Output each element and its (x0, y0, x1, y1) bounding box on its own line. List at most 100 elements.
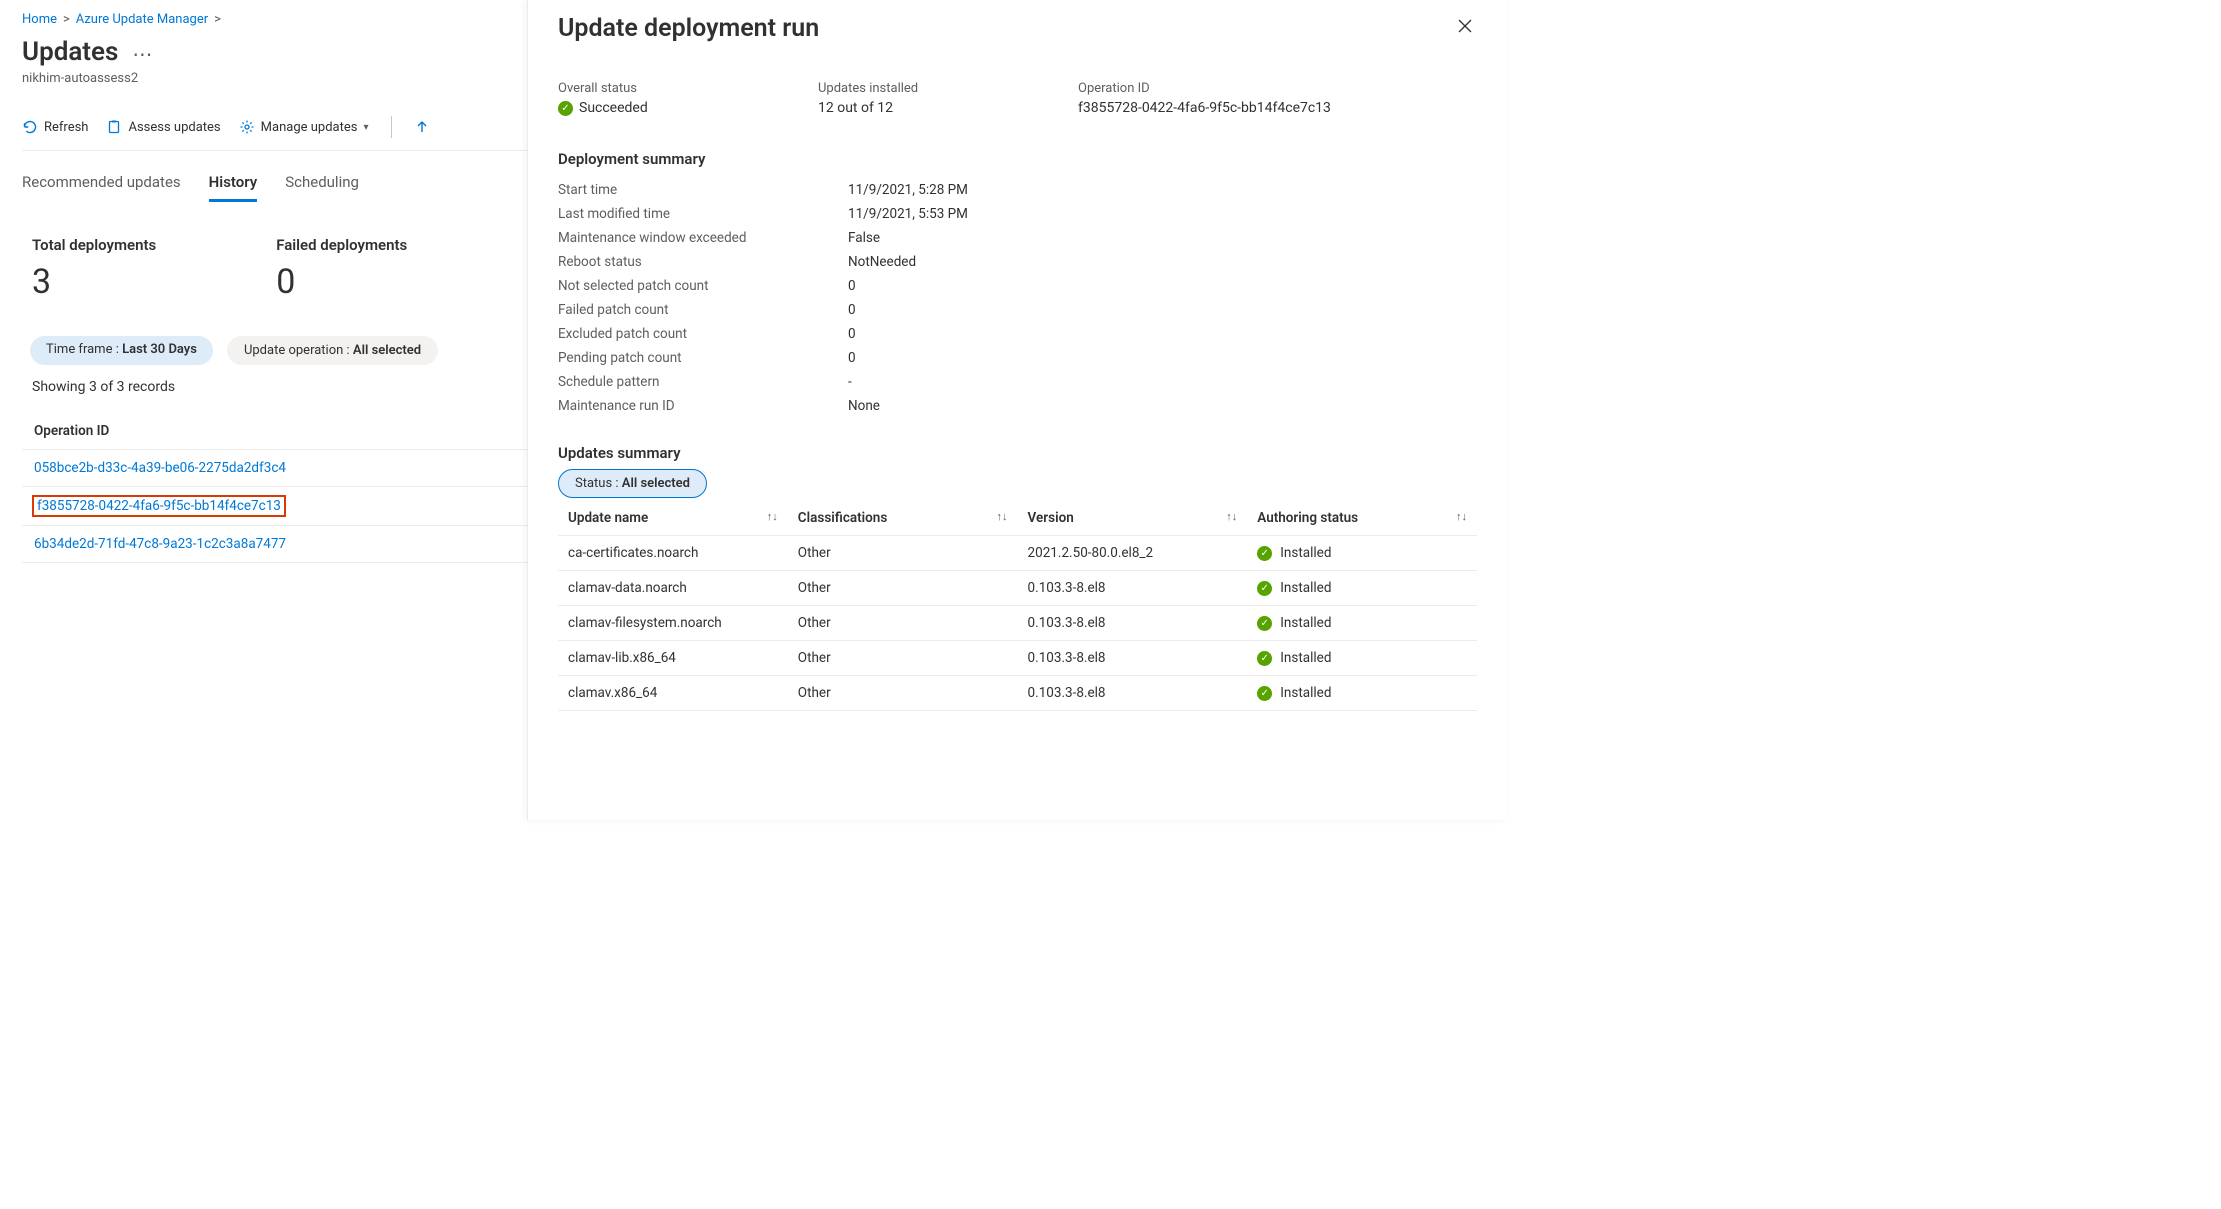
gear-icon (239, 119, 255, 135)
breadcrumb-separator: > (214, 12, 221, 27)
summary-row: Reboot statusNotNeeded (558, 254, 1477, 270)
assess-button[interactable]: Assess updates (106, 119, 220, 135)
filter-time-frame-value: Last 30 Days (122, 342, 197, 357)
summary-value: - (848, 374, 852, 390)
operation-id-link[interactable]: 6b34de2d-71fd-47c8-9a23-1c2c3a8a7477 (34, 536, 286, 552)
update-name-cell: clamav-lib.x86_64 (558, 641, 788, 676)
updates-table: Update name↑↓ Classifications↑↓ Version↑… (558, 501, 1477, 711)
summary-key: Pending patch count (558, 350, 848, 366)
success-icon: ✓ (1257, 581, 1272, 596)
col-header-authoring-status[interactable]: Authoring status ↑↓ (1247, 501, 1477, 536)
table-row[interactable]: ca-certificates.noarchOther2021.2.50-80.… (558, 536, 1477, 571)
updates-status-filter[interactable]: Status : All selected (558, 469, 707, 498)
tab-recommended[interactable]: Recommended updates (22, 173, 181, 202)
version-cell: 0.103.3-8.el8 (1018, 676, 1248, 711)
table-row[interactable]: clamav-lib.x86_64Other0.103.3-8.el8✓Inst… (558, 641, 1477, 676)
summary-value: 11/9/2021, 5:28 PM (848, 182, 968, 198)
table-row[interactable]: clamav-filesystem.noarchOther0.103.3-8.e… (558, 606, 1477, 641)
sort-icon: ↑↓ (1456, 510, 1467, 523)
success-icon: ✓ (1257, 546, 1272, 561)
summary-row: Start time11/9/2021, 5:28 PM (558, 182, 1477, 198)
upload-button[interactable] (414, 119, 430, 135)
summary-row: Excluded patch count0 (558, 326, 1477, 342)
summary-key: Start time (558, 182, 848, 198)
stat-failed-value: 0 (276, 262, 407, 302)
summary-key: Schedule pattern (558, 374, 848, 390)
success-icon: ✓ (1257, 686, 1272, 701)
operation-id-link[interactable]: 058bce2b-d33c-4a39-be06-2275da2df3c4 (34, 460, 286, 476)
deployment-summary-title: Deployment summary (558, 150, 1477, 168)
refresh-button[interactable]: Refresh (22, 119, 88, 135)
operation-id-block: Operation ID f3855728-0422-4fa6-9f5c-bb1… (1078, 81, 1398, 116)
classification-cell: Other (788, 676, 1018, 711)
page-title: Updates (22, 37, 118, 67)
summary-key: Excluded patch count (558, 326, 848, 342)
updates-installed-label: Updates installed (818, 81, 1018, 96)
updates-summary-title: Updates summary (558, 444, 1477, 462)
operation-id-value: f3855728-0422-4fa6-9f5c-bb14f4ce7c13 (1078, 100, 1398, 116)
operation-id-label: Operation ID (1078, 81, 1398, 96)
summary-row: Failed patch count0 (558, 302, 1477, 318)
refresh-icon (22, 119, 38, 135)
sort-icon: ↑↓ (767, 510, 778, 523)
col-header-authoring-status-text: Authoring status (1257, 510, 1358, 526)
table-row[interactable]: clamav-data.noarchOther0.103.3-8.el8✓Ins… (558, 571, 1477, 606)
breadcrumb-aum[interactable]: Azure Update Manager (76, 12, 208, 27)
detail-blade: Update deployment run Overall status ✓ S… (527, 0, 1507, 820)
close-icon (1457, 18, 1473, 34)
manage-button[interactable]: Manage updates ▾ (239, 119, 369, 135)
col-header-classifications-text: Classifications (798, 510, 888, 526)
more-menu-icon[interactable]: ⋯ (132, 38, 152, 66)
summary-value: 0 (848, 302, 856, 318)
breadcrumb-separator: > (63, 12, 70, 27)
filter-time-frame-prefix: Time frame : (46, 342, 122, 357)
update-name-cell: ca-certificates.noarch (558, 536, 788, 571)
sort-icon: ↑↓ (1226, 510, 1237, 523)
version-cell: 0.103.3-8.el8 (1018, 571, 1248, 606)
summary-row: Maintenance window exceededFalse (558, 230, 1477, 246)
refresh-label: Refresh (44, 120, 88, 135)
table-row[interactable]: clamav.x86_64Other0.103.3-8.el8✓Installe… (558, 676, 1477, 711)
col-header-version-text: Version (1028, 510, 1074, 526)
classification-cell: Other (788, 606, 1018, 641)
overall-status-label: Overall status (558, 81, 758, 96)
summary-key: Failed patch count (558, 302, 848, 318)
col-header-opid-text: Operation ID (34, 423, 109, 439)
authoring-status-text: Installed (1280, 580, 1331, 596)
arrow-up-icon (414, 119, 430, 135)
breadcrumb-home[interactable]: Home (22, 12, 57, 27)
filter-update-op-value: All selected (353, 343, 421, 358)
close-button[interactable] (1453, 14, 1477, 38)
success-icon: ✓ (558, 101, 573, 116)
chevron-down-icon: ▾ (363, 122, 368, 133)
summary-value: 11/9/2021, 5:53 PM (848, 206, 968, 222)
summary-row: Schedule pattern- (558, 374, 1477, 390)
summary-value: False (848, 230, 880, 246)
assess-label: Assess updates (128, 120, 220, 135)
overall-status-block: Overall status ✓ Succeeded (558, 81, 758, 116)
summary-key: Last modified time (558, 206, 848, 222)
version-cell: 0.103.3-8.el8 (1018, 606, 1248, 641)
filter-update-operation[interactable]: Update operation : All selected (227, 336, 438, 365)
col-header-classifications[interactable]: Classifications↑↓ (788, 501, 1018, 536)
tab-history[interactable]: History (209, 173, 258, 202)
filter-update-op-prefix: Update operation : (244, 343, 353, 358)
summary-key: Maintenance run ID (558, 398, 848, 414)
operation-id-link[interactable]: f3855728-0422-4fa6-9f5c-bb14f4ce7c13 (37, 498, 281, 514)
col-header-version[interactable]: Version ↑↓ (1018, 501, 1248, 536)
updates-installed-value: 12 out of 12 (818, 100, 1018, 116)
stat-failed: Failed deployments 0 (276, 236, 407, 302)
classification-cell: Other (788, 641, 1018, 676)
filter-time-frame[interactable]: Time frame : Last 30 Days (30, 336, 213, 365)
tab-scheduling[interactable]: Scheduling (285, 173, 359, 202)
summary-value: NotNeeded (848, 254, 916, 270)
col-header-update-name[interactable]: Update name↑↓ (558, 501, 788, 536)
summary-row: Pending patch count0 (558, 350, 1477, 366)
stat-total-label: Total deployments (32, 236, 156, 254)
update-name-cell: clamav.x86_64 (558, 676, 788, 711)
stat-total-value: 3 (32, 262, 156, 302)
updates-installed-block: Updates installed 12 out of 12 (818, 81, 1018, 116)
blade-title: Update deployment run (558, 14, 819, 43)
success-icon: ✓ (1257, 616, 1272, 631)
success-icon: ✓ (1257, 651, 1272, 666)
